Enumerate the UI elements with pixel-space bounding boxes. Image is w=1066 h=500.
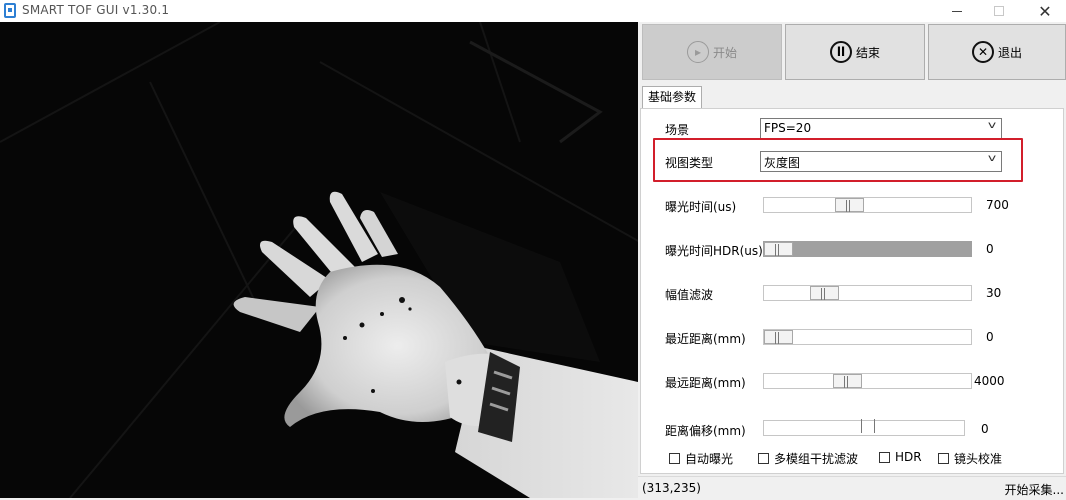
tof-camera-view[interactable] — [0, 22, 638, 498]
stop-button-label: 结束 — [855, 45, 880, 60]
cursor-coordinates: (313,235) — [642, 481, 701, 495]
chevron-down-icon: v — [987, 120, 997, 131]
window-title: SMART TOF GUI v1.30.1 — [22, 3, 170, 17]
exit-button-label: 退出 — [997, 45, 1022, 60]
maximize-icon — [994, 6, 1004, 16]
title-bar: SMART TOF GUI v1.30.1 ✕ — [0, 0, 1066, 22]
checkbox-box[interactable] — [879, 451, 890, 463]
scene-dropdown[interactable]: FPS=20 v — [760, 118, 1002, 139]
slider-label: 曝光时间HDR(us) — [665, 244, 763, 258]
minimize-icon — [952, 10, 962, 12]
offset-label: 距离偏移(mm) — [665, 424, 746, 438]
play-icon: ▸ — [686, 41, 709, 63]
exit-button[interactable]: ✕ 退出 — [928, 24, 1066, 80]
start-button[interactable]: ▸ 开始 — [642, 24, 782, 80]
minimize-button[interactable] — [934, 0, 980, 22]
checkbox-label: 多模组干扰滤波 — [774, 452, 859, 466]
checkbox-option[interactable]: 多模组干扰滤波 — [758, 450, 858, 467]
start-button-label: 开始 — [712, 45, 737, 60]
checkbox-label: 自动曝光 — [685, 452, 734, 466]
app-logo-icon — [4, 3, 16, 18]
close-button[interactable]: ✕ — [1022, 0, 1066, 22]
basic-params-pane: 场景 FPS=20 v 视图类型 灰度图 v 曝光时间(us) 700 曝光时间HD… — [640, 108, 1064, 474]
slider-value: 4000 — [974, 374, 1005, 388]
checkbox-label: 镜头校准 — [954, 452, 1003, 466]
maximize-button[interactable] — [976, 0, 1022, 22]
view-type-dropdown[interactable]: 灰度图 v — [760, 151, 1002, 172]
tab-basic-params[interactable]: 基础参数 — [642, 86, 703, 108]
view-type-label: 视图类型 — [665, 156, 714, 170]
slider-value: 0 — [986, 330, 994, 344]
checkbox-box[interactable] — [669, 453, 680, 464]
slider-label: 幅值滤波 — [665, 288, 714, 302]
slider-value: 30 — [986, 286, 1002, 300]
slider-thumb[interactable] — [835, 198, 864, 212]
status-message: 开始采集... — [1004, 483, 1064, 497]
scene-value: FPS=20 — [764, 121, 812, 135]
slider-thumb[interactable] — [861, 419, 875, 437]
app-window: SMART TOF GUI v1.30.1 ✕ ▸ 开始 ll 结束 ✕ 退出 … — [0, 0, 1066, 500]
slider-value: 0 — [986, 242, 994, 256]
pause-icon: ll — [829, 41, 852, 63]
checkbox-option[interactable]: 自动曝光 — [669, 450, 733, 467]
checkbox-box[interactable] — [938, 453, 949, 464]
parameter-slider[interactable] — [763, 329, 972, 345]
checkbox-label: HDR — [895, 450, 922, 464]
scene-label: 场景 — [665, 123, 690, 137]
slider-thumb[interactable] — [810, 286, 839, 300]
stop-button[interactable]: ll 结束 — [785, 24, 925, 80]
status-bar: (313,235) 开始采集... — [638, 476, 1066, 500]
checkbox-option[interactable]: HDR — [879, 450, 922, 464]
close-circle-icon: ✕ — [971, 41, 994, 63]
chevron-down-icon: v — [987, 153, 997, 164]
checkbox-option[interactable]: 镜头校准 — [938, 450, 1002, 467]
parameter-slider[interactable] — [763, 197, 972, 213]
slider-label: 最近距离(mm) — [665, 332, 746, 346]
distance-offset-slider[interactable] — [763, 419, 965, 437]
checkbox-box[interactable] — [758, 453, 769, 464]
slider-label: 曝光时间(us) — [665, 200, 737, 214]
slider-value: 700 — [986, 198, 1009, 212]
parameter-slider[interactable] — [763, 285, 972, 301]
grayscale-image — [0, 22, 638, 498]
close-icon: ✕ — [1038, 1, 1052, 21]
parameter-slider[interactable] — [763, 373, 972, 389]
view-type-value: 灰度图 — [764, 156, 801, 170]
control-panel: ▸ 开始 ll 结束 ✕ 退出 基础参数 场景 FPS=20 v 视图类型 灰度… — [640, 22, 1066, 474]
slider-thumb[interactable] — [764, 242, 793, 256]
parameter-slider[interactable] — [763, 241, 972, 257]
slider-label: 最远距离(mm) — [665, 376, 746, 390]
slider-thumb[interactable] — [833, 374, 862, 388]
offset-value: 0 — [981, 422, 989, 436]
slider-thumb[interactable] — [764, 330, 793, 344]
